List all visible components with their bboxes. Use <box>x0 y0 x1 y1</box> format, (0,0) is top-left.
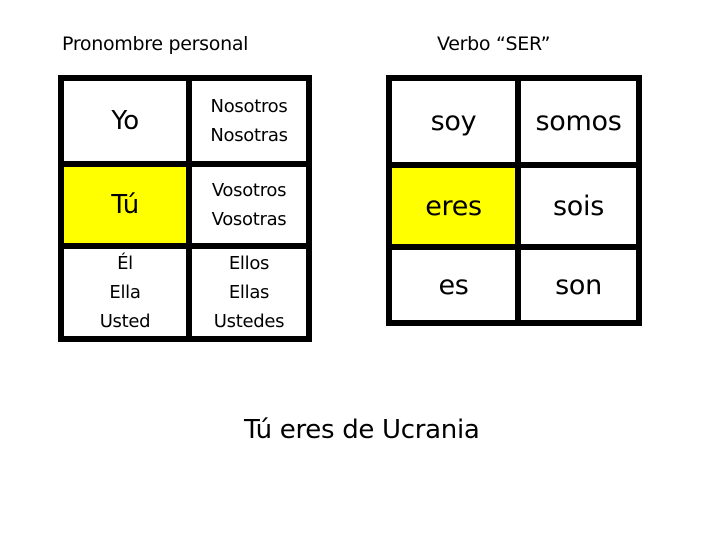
verb-cell-sois: sois <box>521 168 636 244</box>
pronouns-heading: Pronombre personal <box>62 33 249 55</box>
verb-text: es <box>438 269 469 301</box>
pronoun-table: Yo Nosotros Nosotras Tú Vosotros Vosotra… <box>58 75 312 342</box>
pronoun-text: Nosotras <box>210 125 288 146</box>
pronoun-text: Tú <box>111 190 139 220</box>
pronoun-cell-vosotros: Vosotros Vosotras <box>192 167 306 243</box>
pronoun-cell-nosotros: Nosotros Nosotras <box>192 81 306 161</box>
pronoun-cell-tu-highlighted: Tú <box>64 167 186 243</box>
example-sentence: Tú eres de Ucrania <box>244 415 480 445</box>
pronoun-text: Nosotros <box>210 96 288 117</box>
verb-text: eres <box>425 190 482 222</box>
pronoun-text: Ella <box>109 282 141 303</box>
pronoun-cell-yo: Yo <box>64 81 186 161</box>
verb-text: somos <box>535 106 622 137</box>
pronoun-cell-el: Él Ella Usted <box>64 249 186 336</box>
verb-cell-son: son <box>521 250 636 320</box>
verb-cell-es: es <box>392 250 515 320</box>
pronoun-text: Vosotras <box>211 209 287 230</box>
pronoun-text: Ustedes <box>213 311 285 332</box>
pronoun-text: Ellos <box>228 253 270 274</box>
verb-cell-eres-highlighted: eres <box>392 168 515 244</box>
pronoun-text: Yo <box>111 106 139 136</box>
verb-table: soy somos eres sois es son <box>386 75 642 326</box>
pronoun-text: Él <box>117 253 133 274</box>
verb-text: sois <box>553 190 604 222</box>
pronoun-cell-ellos: Ellos Ellas Ustedes <box>192 249 306 336</box>
verb-text: son <box>555 269 602 301</box>
pronoun-text: Usted <box>99 311 151 332</box>
verb-cell-somos: somos <box>521 81 636 162</box>
verb-heading: Verbo “SER” <box>437 33 551 55</box>
verb-cell-soy: soy <box>392 81 515 162</box>
verb-text: soy <box>430 106 477 137</box>
pronoun-text: Vosotros <box>211 180 287 201</box>
pronoun-text: Ellas <box>228 282 270 303</box>
